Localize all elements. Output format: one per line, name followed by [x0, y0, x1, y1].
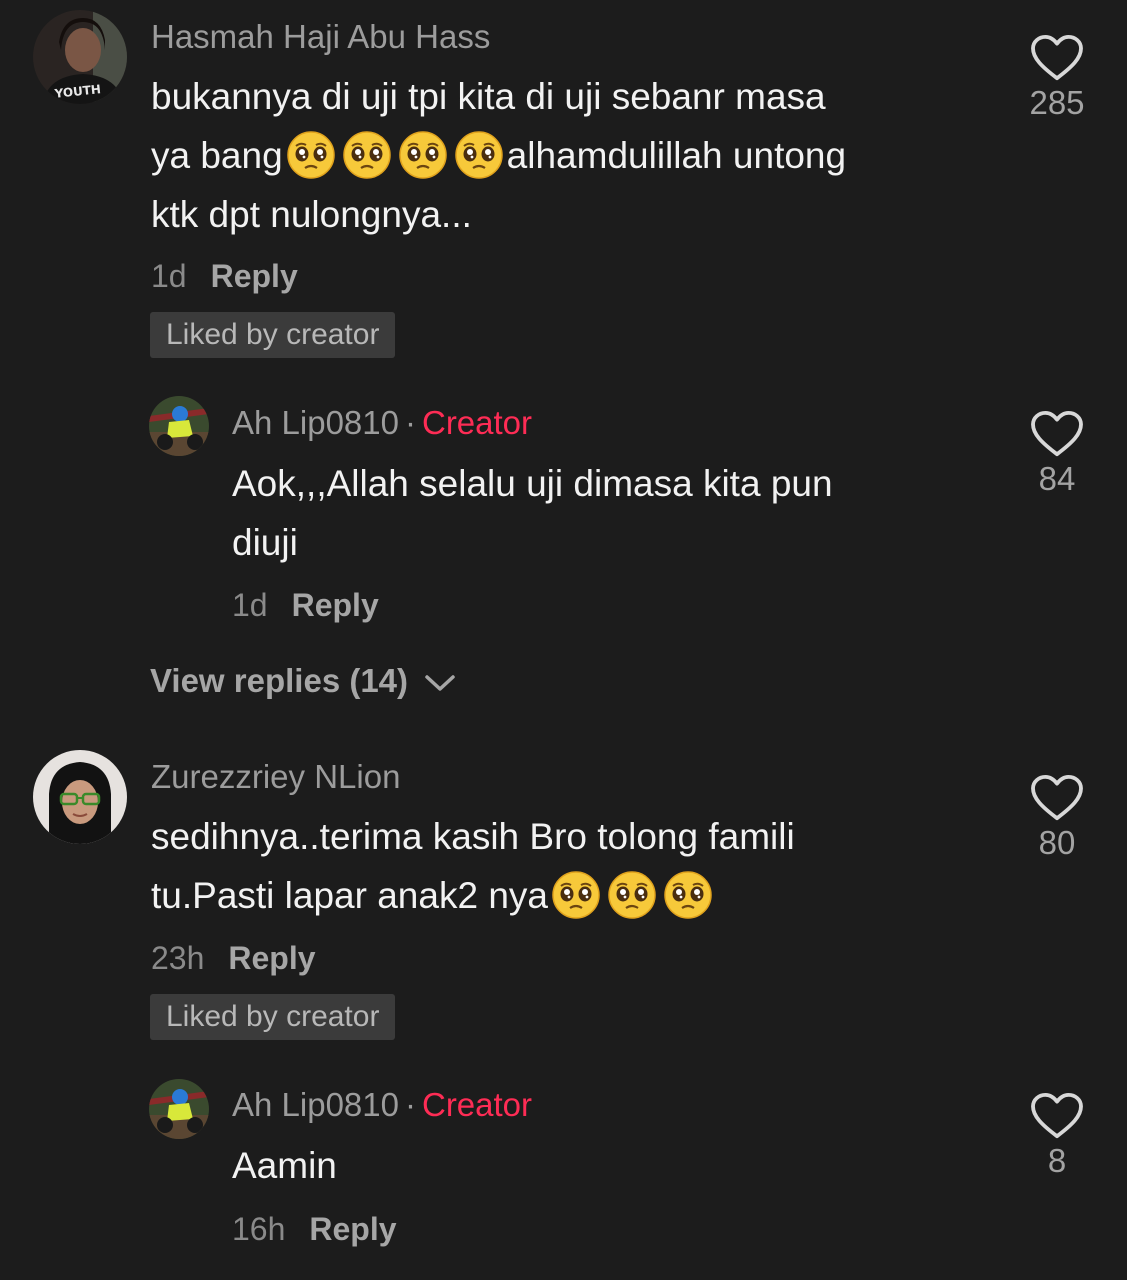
view-replies-button[interactable]: View replies (14) [150, 662, 457, 700]
pleading-face-emoji [286, 130, 336, 180]
comment-meta: 23h Reply [151, 940, 316, 977]
creator-badge: Creator [421, 404, 533, 441]
comment-text-line: ktk dpt nulongnya... [151, 194, 472, 235]
pleading-face-emoji [454, 130, 504, 180]
reply-time: 16h [232, 1211, 286, 1247]
view-replies-label[interactable]: View replies (14) [150, 662, 408, 699]
like-button[interactable]: 84 [1021, 410, 1093, 498]
comment-text-fragment: alhamdulillah untong [506, 135, 847, 176]
pleading-face-emoji [342, 130, 392, 180]
pleading-face-emoji [663, 870, 713, 920]
comment-username[interactable]: Hasmah Haji Abu Hass [151, 18, 490, 56]
heart-outline-icon[interactable] [1030, 774, 1084, 822]
separator-dot: · [404, 404, 416, 441]
comment-text-fragment: tu.Pasti lapar anak2 nya [151, 875, 548, 916]
comment-text-fragment: ya bang [151, 135, 283, 176]
separator-dot: · [404, 1086, 416, 1123]
comment-meta: 1d Reply [151, 258, 298, 295]
avatar[interactable] [33, 750, 127, 844]
pleading-face-emoji [398, 130, 448, 180]
reply-username-row: Ah Lip0810 · Creator [232, 404, 532, 442]
comment-text: sedihnya..terima kasih Bro tolong famili… [151, 807, 991, 925]
reply-meta: 1d Reply [232, 587, 379, 624]
pleading-face-emoji [607, 870, 657, 920]
liked-by-creator-badge: Liked by creator [150, 994, 396, 1040]
reply-username[interactable]: Ah Lip0810 [232, 1086, 399, 1123]
like-count: 8 [1047, 1142, 1067, 1179]
comment-text-line: tu.Pasti lapar anak2 nya [151, 866, 991, 925]
like-count: 285 [1029, 84, 1085, 121]
creator-badge: Creator [421, 1086, 533, 1123]
like-button[interactable]: 8 [1021, 1092, 1093, 1180]
comment-text-line: bukannya di uji tpi kita di uji sebanr m… [151, 76, 826, 117]
heart-outline-icon[interactable] [1030, 1092, 1084, 1140]
reply-button[interactable]: Reply [228, 940, 315, 976]
pleading-face-emoji [551, 870, 601, 920]
liked-by-creator-badge: Liked by creator [150, 312, 396, 358]
heart-outline-icon[interactable] [1030, 34, 1084, 82]
avatar[interactable] [149, 396, 209, 456]
like-count: 80 [1038, 824, 1076, 861]
reply-text-line: Aamin [232, 1145, 337, 1186]
like-button[interactable]: 80 [1021, 774, 1093, 862]
reply-text-line: diuji [232, 522, 298, 563]
comment-text: bukannya di uji tpi kita di uji sebanr m… [151, 67, 991, 244]
comment-time: 1d [151, 258, 187, 294]
avatar[interactable]: YOUTH [33, 10, 127, 104]
comment-username[interactable]: Zurezzriey NLion [151, 758, 400, 796]
like-button[interactable]: 285 [1021, 34, 1093, 122]
comment-text-line: ya bang alhamdulillah untong [151, 126, 991, 185]
reply-text-line: Aok,,,Allah selalu uji dimasa kita pun [232, 463, 833, 504]
avatar[interactable] [149, 1079, 209, 1139]
comment-time: 23h [151, 940, 205, 976]
reply-username-row: Ah Lip0810 · Creator [232, 1086, 532, 1124]
reply-username[interactable]: Ah Lip0810 [232, 404, 399, 441]
heart-outline-icon[interactable] [1030, 410, 1084, 458]
comment-text-line: sedihnya..terima kasih Bro tolong famili [151, 816, 795, 857]
reply-button[interactable]: Reply [211, 258, 298, 294]
chevron-down-icon[interactable] [423, 672, 457, 694]
reply-meta: 16h Reply [232, 1211, 397, 1248]
like-count: 84 [1038, 460, 1076, 497]
reply-time: 1d [232, 587, 268, 623]
reply-button[interactable]: Reply [309, 1211, 396, 1247]
reply-text: Aok,,,Allah selalu uji dimasa kita pun d… [232, 454, 992, 572]
reply-button[interactable]: Reply [292, 587, 379, 623]
reply-text: Aamin [232, 1136, 992, 1195]
